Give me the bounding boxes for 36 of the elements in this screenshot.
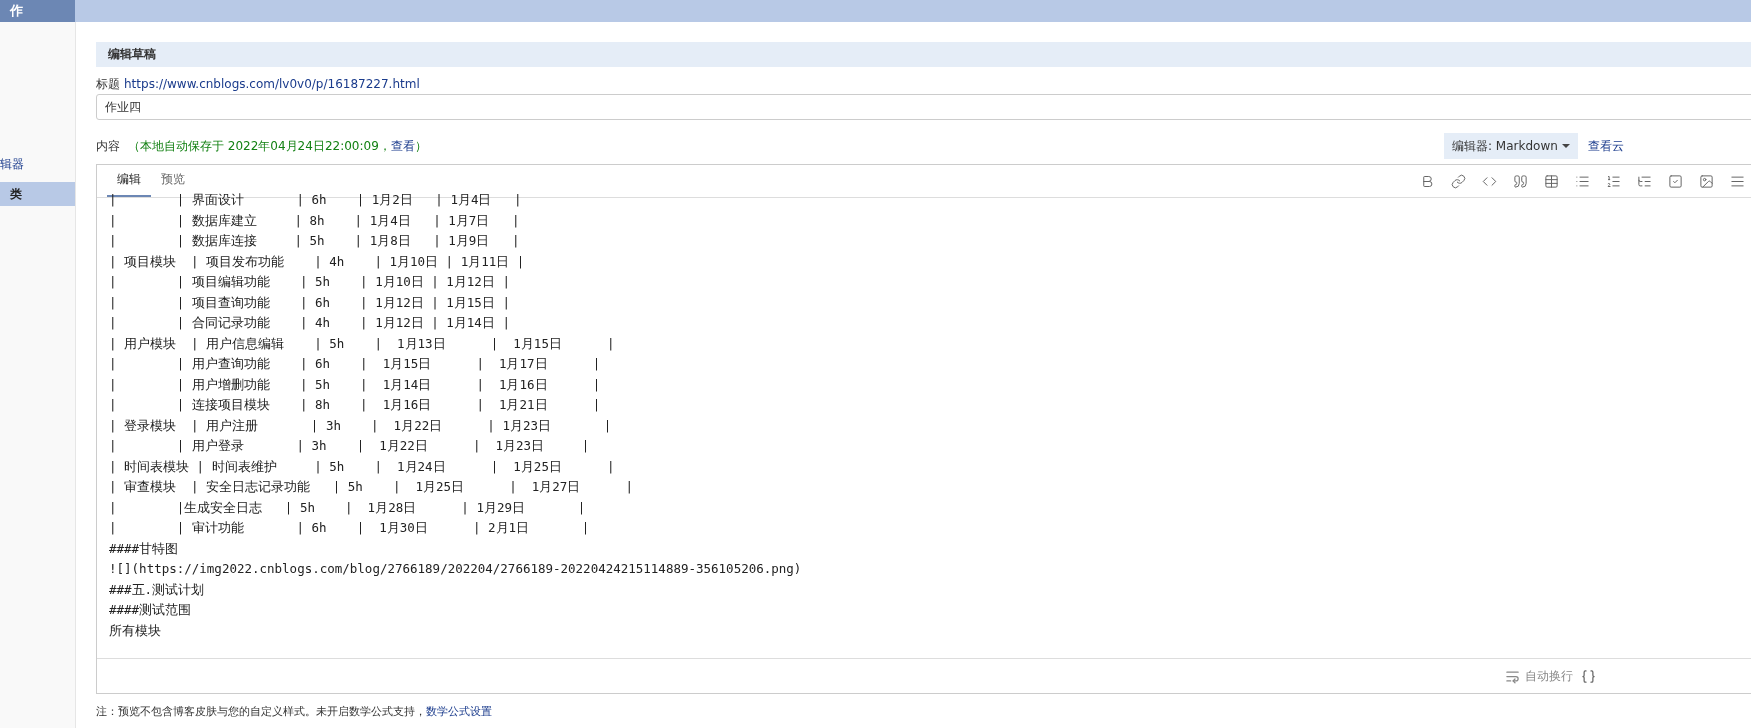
code-line: | 时间表模块 | 时间表维护 | 5h | 1月24日 | 1月25日 | (109, 457, 616, 476)
title-input[interactable]: 作业四 (96, 94, 1751, 120)
code-line: ![](https://img2022.cnblogs.com/blog/2766189/202204/2766189-20220424215114889-356105206.png) (109, 560, 803, 578)
code-line: | | 连接项目模块 | 8h | 1月16日 | 1月21日 | (109, 396, 602, 414)
code-line: | | 项目编辑功能 | 5h | 1月10日 | 1月12日 | (109, 273, 511, 291)
post-link[interactable]: https://www.cnblogs.com/lv0v0/p/16187227.html (124, 77, 420, 91)
code-line: | 审查模块 | 安全日志记录功能 | 5h | 1月25日 | 1月27日 | (109, 478, 635, 496)
code-line: | | 用户增删功能 | 5h | 1月14日 | 1月16日 | (109, 375, 602, 394)
code-line: | |生成安全日志 | 5h | 1月28日 | 1月29日 | (109, 498, 587, 517)
sidebar-item[interactable]: 类 (0, 182, 75, 206)
view-link[interactable]: 查看 (390, 138, 415, 153)
code-line: | | 数据库建立 | 8h | 1月4日 | 1月7日 | (109, 211, 521, 230)
code-line: | 用户模块 | 用户信息编辑 | 5h | 1月13日 | 1月15日 | (109, 334, 616, 353)
cloud-link[interactable]: 查看云 (1587, 137, 1634, 155)
editor-select[interactable]: 编辑器: Markdown (1444, 133, 1578, 159)
footnote: 注：预览不包含博客皮肤与您的自定义样式。未开启数学公式支持，数学公式设置 (96, 704, 493, 719)
autosave-note: （本地自动保存于 2022年04月24日22:00:09，查看） (128, 137, 427, 155)
code-line: ####测试范围 (109, 601, 193, 619)
code-line: | 登录模块 | 用户注册 | 3h | 1月22日 | 1月23日 | (109, 416, 613, 435)
app-title: 作 (0, 0, 75, 22)
panel-heading: 编辑草稿 (96, 42, 1751, 67)
code-line: ####甘特图 (109, 539, 180, 558)
code-line: 所有模块 (109, 621, 162, 640)
code-line: | | 项目查询功能 | 6h | 1月12日 | 1月15日 | (109, 293, 511, 312)
wrap-toggle[interactable]: 自动换行 (1505, 667, 1573, 685)
code-line: | | 用户登录 | 3h | 1月22日 | 1月23日 | (109, 437, 591, 455)
sidebar-item[interactable]: 辑器 (0, 152, 75, 176)
code-line: | | 数据库连接 | 5h | 1月8日 | 1月9日 | (109, 232, 521, 250)
code-line: | 项目模块 | 项目发布功能 | 4h | 1月10日 | 1月11日 | (109, 252, 526, 271)
title-label: 标题 (96, 75, 120, 93)
code-line: | | 用户查询功能 | 6h | 1月15日 | 1月17日 | (109, 355, 602, 373)
code-line: | | 合同记录功能 | 4h | 1月12日 | 1月14日 | (109, 314, 511, 332)
code-line: | | 审计功能 | 6h | 1月30日 | 2月1日 | (109, 519, 591, 537)
content-label: 内容 (96, 137, 120, 155)
math-settings-link[interactable]: 数学公式设置 (426, 705, 492, 718)
code-line: ###五.测试计划 (109, 580, 206, 599)
